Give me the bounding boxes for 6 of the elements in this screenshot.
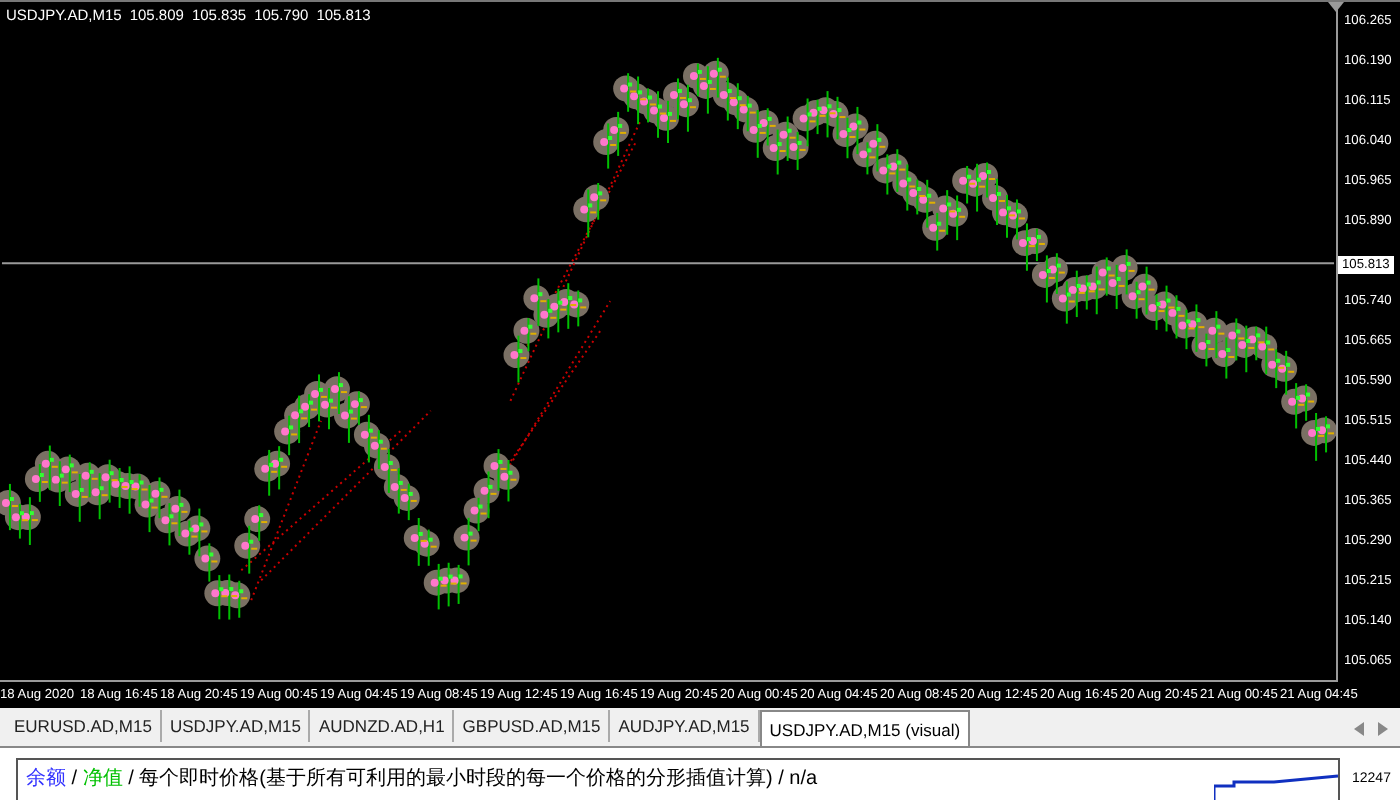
scroll-left-icon[interactable] [1354, 722, 1364, 736]
graph-legend: 余额 / 净值 / 每个即时价格(基于所有可利用的最小时段的每一个价格的分形插值计算) / n/a [26, 764, 818, 792]
chart-shift-icon[interactable] [1328, 2, 1344, 12]
equity-line-drawing [1214, 772, 1338, 800]
scroll-right-icon[interactable] [1378, 722, 1388, 736]
chart-tab[interactable]: USDJPY.AD,M15 (visual) [759, 710, 971, 746]
